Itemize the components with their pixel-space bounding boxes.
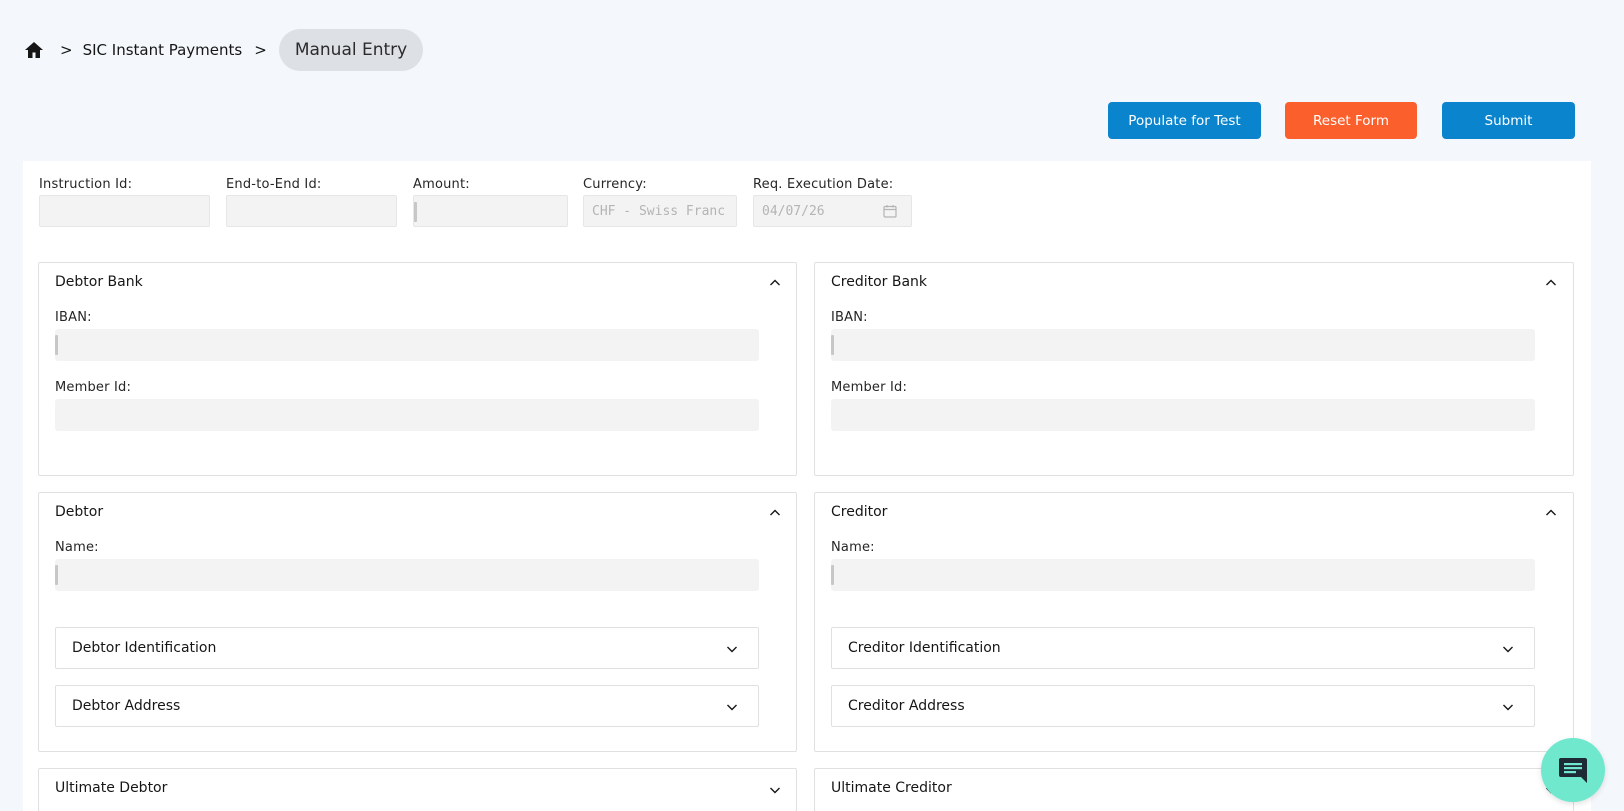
creditor-address-title: Creditor Address: [848, 698, 965, 714]
debtor-identification-accordion[interactable]: Debtor Identification: [55, 627, 759, 669]
debtor-title: Debtor: [55, 504, 104, 520]
chevron-up-icon[interactable]: [1545, 507, 1557, 519]
creditor-section: Creditor Name: Creditor Identification C…: [814, 492, 1574, 752]
input-cursor: [831, 565, 834, 585]
currency-label: Currency:: [583, 177, 647, 192]
chat-button[interactable]: [1541, 738, 1605, 802]
creditor-bank-title: Creditor Bank: [831, 274, 928, 290]
ultimate-debtor-title: Ultimate Debtor: [55, 780, 168, 796]
breadcrumb-separator: >: [60, 41, 73, 59]
creditor-identification-title: Creditor Identification: [848, 640, 1001, 656]
creditor-name-input[interactable]: [831, 559, 1535, 591]
currency-select[interactable]: CHF - Swiss Franc: [583, 195, 737, 227]
breadcrumb-separator: >: [254, 41, 267, 59]
submit-button[interactable]: Submit: [1442, 102, 1575, 139]
instruction-id-input[interactable]: [39, 195, 210, 227]
ultimate-debtor-section[interactable]: Ultimate Debtor: [38, 768, 797, 811]
amount-input[interactable]: [413, 195, 568, 227]
creditor-identification-accordion[interactable]: Creditor Identification: [831, 627, 1535, 669]
reset-form-button[interactable]: Reset Form: [1285, 102, 1417, 139]
input-cursor: [55, 565, 58, 585]
chevron-down-icon: [1503, 704, 1513, 711]
chevron-down-icon: [770, 787, 780, 794]
debtor-address-accordion[interactable]: Debtor Address: [55, 685, 759, 727]
breadcrumb-current: Manual Entry: [278, 29, 424, 71]
chevron-up-icon[interactable]: [769, 277, 781, 289]
debtor-identification-title: Debtor Identification: [72, 640, 217, 656]
debtor-address-title: Debtor Address: [72, 698, 181, 714]
creditor-name-label: Name:: [831, 540, 875, 555]
creditor-bank-section: Creditor Bank IBAN: Member Id:: [814, 262, 1574, 476]
creditor-title: Creditor: [831, 504, 888, 520]
ultimate-creditor-section[interactable]: Ultimate Creditor: [814, 768, 1574, 811]
breadcrumb-sic-instant-payments[interactable]: SIC Instant Payments: [83, 41, 243, 59]
populate-for-test-button[interactable]: Populate for Test: [1108, 102, 1261, 139]
debtor-name-label: Name:: [55, 540, 99, 555]
ultimate-creditor-title: Ultimate Creditor: [831, 780, 952, 796]
creditor-bank-iban-label: IBAN:: [831, 310, 868, 325]
creditor-bank-member-id-input[interactable]: [831, 399, 1535, 431]
amount-label: Amount:: [413, 177, 470, 192]
input-cursor: [55, 335, 58, 355]
debtor-name-input[interactable]: [55, 559, 759, 591]
exec-date-input[interactable]: 04/07/26: [753, 195, 912, 227]
debtor-bank-title: Debtor Bank: [55, 274, 143, 290]
exec-date-value: 04/07/26: [762, 203, 825, 219]
input-cursor: [414, 202, 417, 222]
input-cursor: [831, 335, 834, 355]
exec-date-label: Req. Execution Date:: [753, 177, 894, 192]
instruction-id-label: Instruction Id:: [39, 177, 133, 192]
chevron-down-icon: [727, 704, 737, 711]
debtor-bank-member-id-input[interactable]: [55, 399, 759, 431]
chevron-down-icon: [1503, 646, 1513, 653]
chevron-down-icon: [727, 646, 737, 653]
debtor-bank-iban-label: IBAN:: [55, 310, 92, 325]
chevron-up-icon[interactable]: [769, 507, 781, 519]
creditor-bank-iban-input[interactable]: [831, 329, 1535, 361]
debtor-section: Debtor Name: Debtor Identification Debto…: [38, 492, 797, 752]
debtor-bank-section: Debtor Bank IBAN: Member Id:: [38, 262, 797, 476]
calendar-icon[interactable]: [883, 204, 897, 218]
creditor-bank-member-id-label: Member Id:: [831, 380, 908, 395]
chevron-up-icon[interactable]: [1545, 277, 1557, 289]
debtor-bank-iban-input[interactable]: [55, 329, 759, 361]
debtor-bank-member-id-label: Member Id:: [55, 380, 132, 395]
creditor-address-accordion[interactable]: Creditor Address: [831, 685, 1535, 727]
end-to-end-id-label: End-to-End Id:: [226, 177, 322, 192]
breadcrumb: > SIC Instant Payments > Manual Entry: [24, 29, 424, 71]
chat-icon: [1559, 758, 1587, 783]
end-to-end-id-input[interactable]: [226, 195, 397, 227]
manual-entry-form: Instruction Id: End-to-End Id: Amount: C…: [23, 161, 1591, 811]
home-icon[interactable]: [24, 40, 44, 60]
